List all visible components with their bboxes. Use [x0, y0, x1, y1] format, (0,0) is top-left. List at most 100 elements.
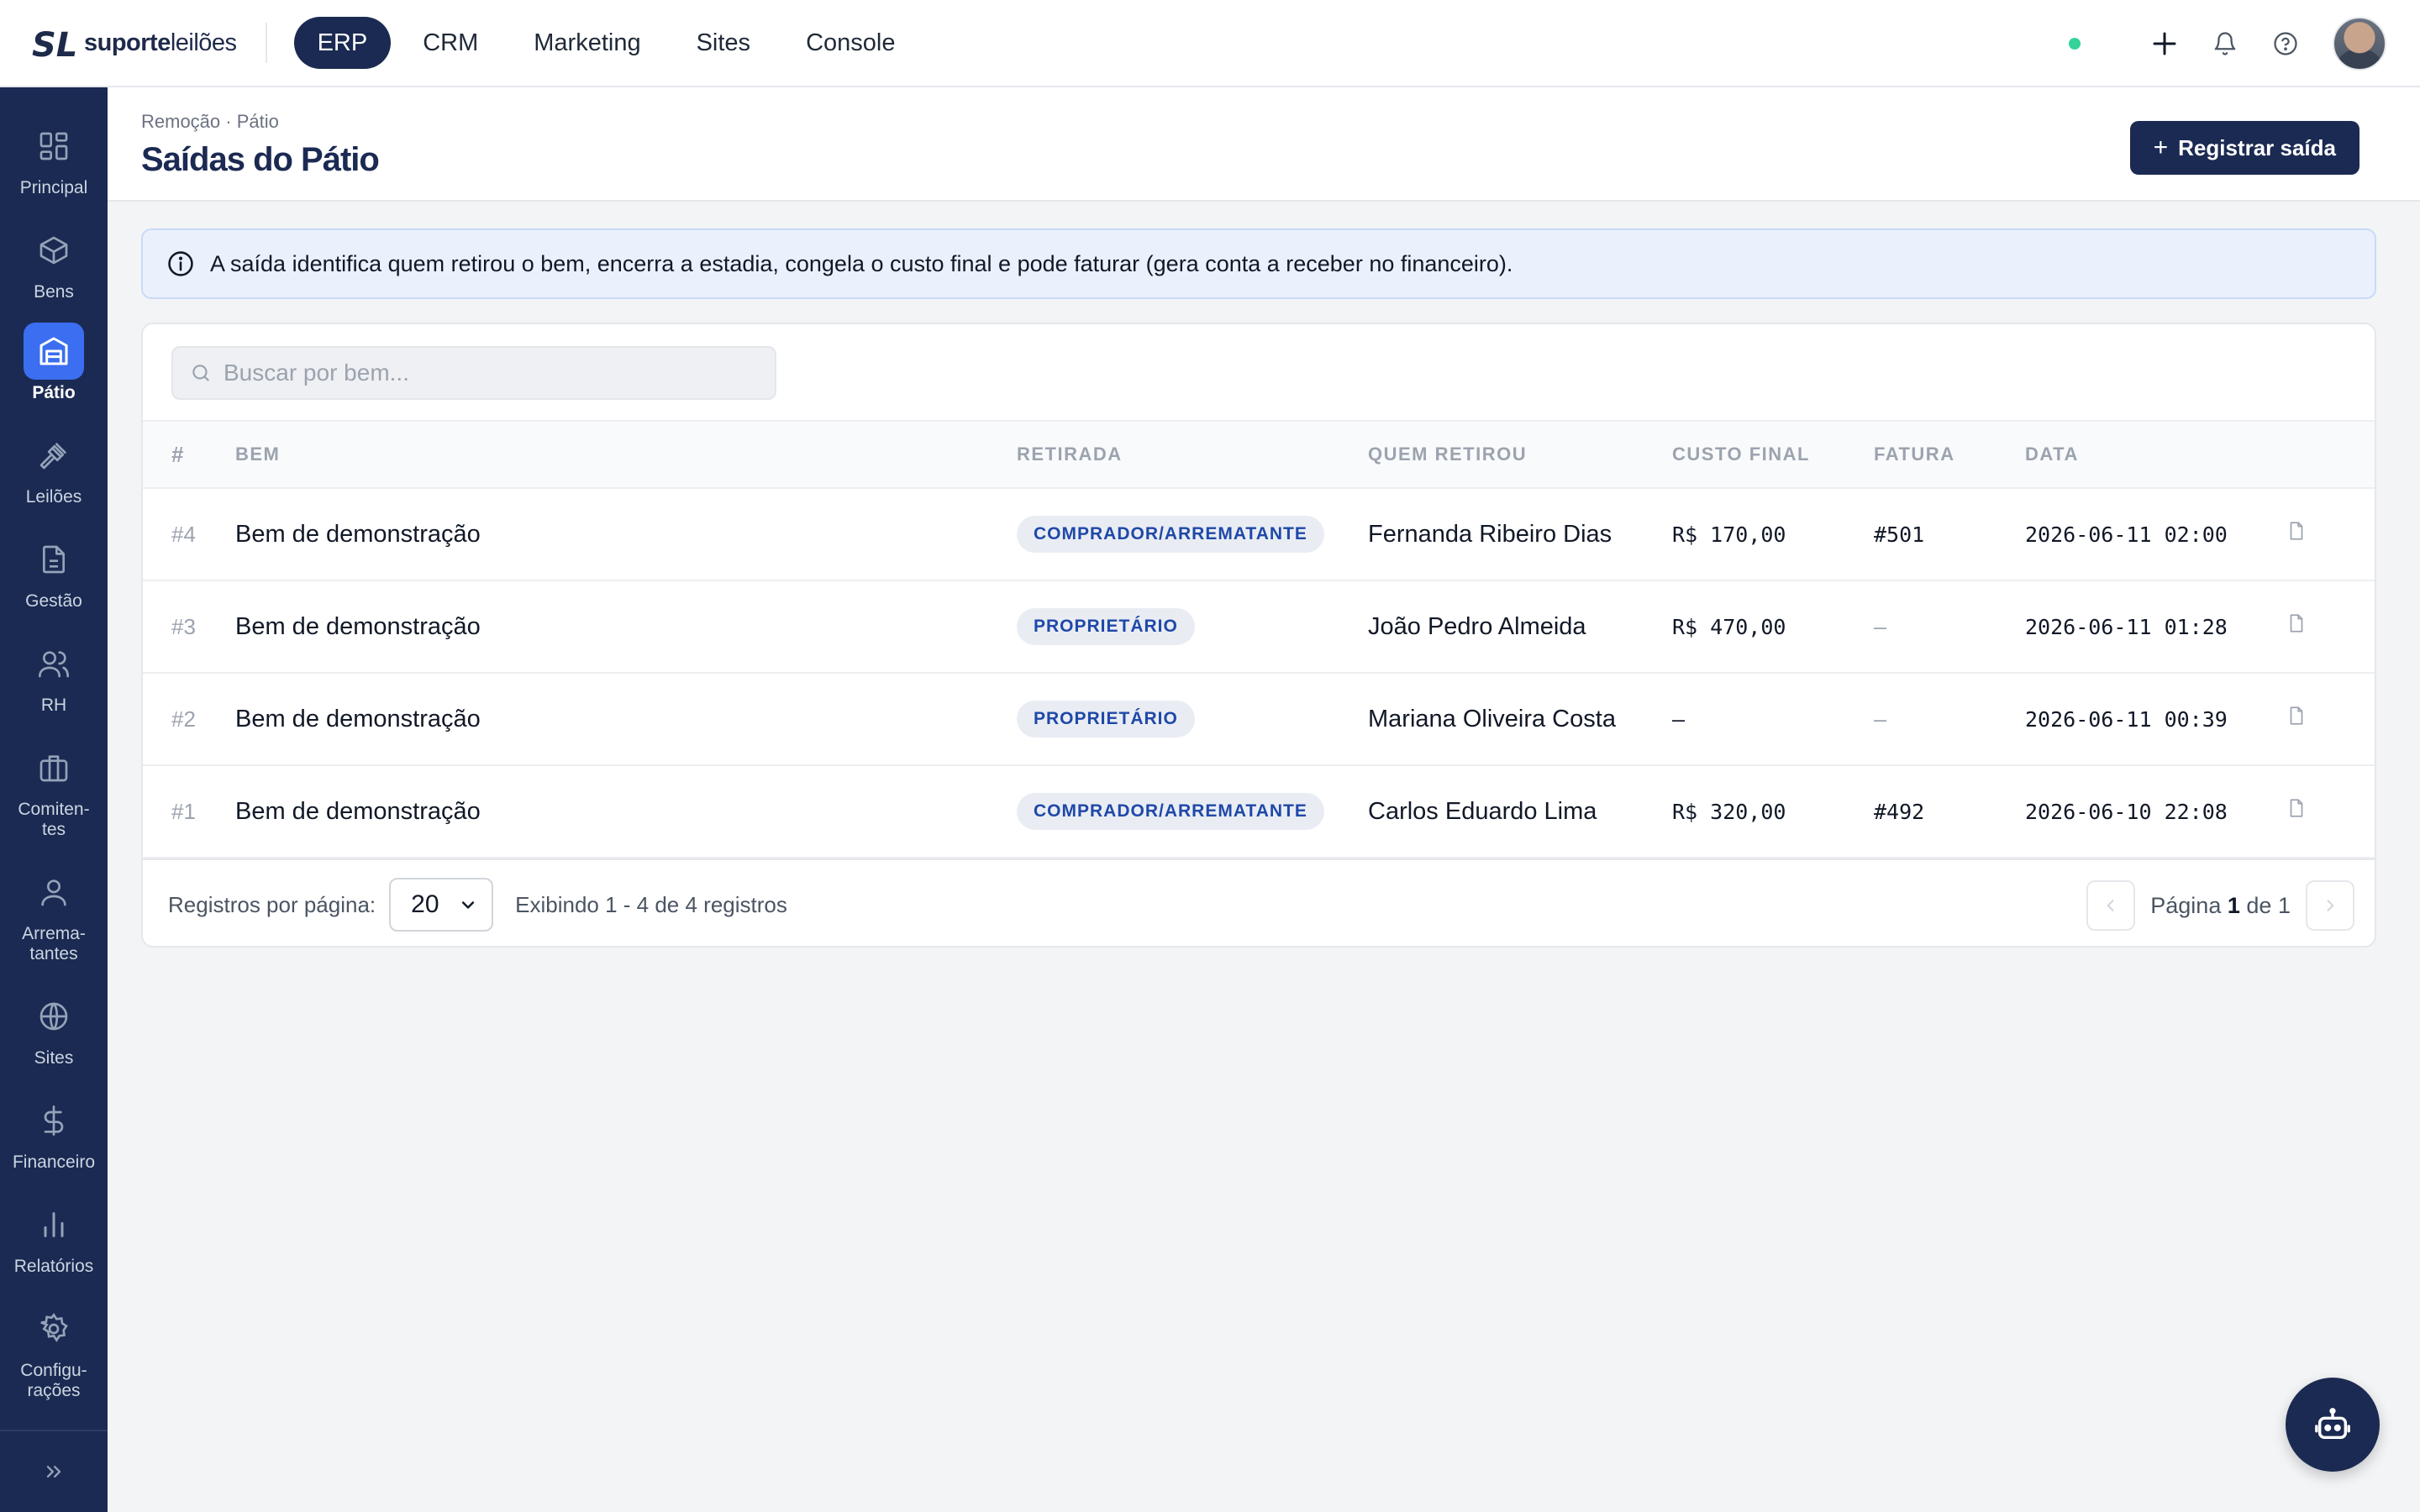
- row-custo-final: R$ 320,00: [1672, 799, 1786, 824]
- top-nav-crm[interactable]: CRM: [399, 17, 502, 69]
- table-row[interactable]: #3 Bem de demonstração PROPRIETÁRIO João…: [143, 580, 2375, 673]
- sidebar-item-label: Principal: [19, 178, 88, 197]
- row-bem: Bem de demonstração: [235, 520, 481, 548]
- sidebar-item-label: Gestão: [25, 591, 82, 611]
- table-row[interactable]: #1 Bem de demonstração COMPRADOR/ARREMAT…: [143, 765, 2375, 858]
- top-nav-console[interactable]: Console: [782, 17, 918, 69]
- top-nav: ERP CRM Marketing Sites Console: [293, 17, 919, 69]
- brand-name: suporteleilões: [84, 29, 237, 56]
- row-data: 2026-06-10 22:08: [2025, 799, 2228, 824]
- sidebar-item-leiloes[interactable]: Leilões: [0, 427, 108, 507]
- column-header-actions: [2286, 421, 2375, 488]
- per-page-label: Registros por página:: [168, 891, 376, 917]
- page-controls: Página 1 de 1: [2086, 879, 2354, 932]
- search-icon: [192, 365, 209, 381]
- help-icon[interactable]: [2267, 25, 2304, 62]
- records-info: Exibindo 1 - 4 de 4 registros: [515, 891, 787, 917]
- per-page-select[interactable]: 20: [389, 878, 494, 932]
- row-quem-retirou: Mariana Oliveira Costa: [1368, 705, 1616, 732]
- top-nav-erp[interactable]: ERP: [293, 17, 392, 69]
- column-header-fatura[interactable]: FATURA: [1874, 421, 2025, 488]
- row-bem: Bem de demonstração: [235, 612, 481, 640]
- table-row[interactable]: #2 Bem de demonstração PROPRIETÁRIO Mari…: [143, 673, 2375, 765]
- row-id: #2: [171, 706, 196, 732]
- sidebar-item-financeiro[interactable]: Financeiro: [0, 1092, 108, 1173]
- row-bem: Bem de demonstração: [235, 705, 481, 732]
- globe-icon: [24, 988, 84, 1045]
- sidebar-item-label: Bens: [34, 282, 74, 302]
- file-icon[interactable]: [2286, 796, 2307, 820]
- column-header-custo-final[interactable]: CUSTO FINAL: [1672, 421, 1874, 488]
- sidebar-item-label: Arrema- tantes: [22, 924, 86, 963]
- sidebar-item-bens[interactable]: Bens: [0, 222, 108, 302]
- sidebar-item-label: Sites: [34, 1048, 74, 1068]
- column-header-quem-retirou[interactable]: QUEM RETIROU: [1368, 421, 1672, 488]
- brand-mark-icon: SL: [32, 26, 77, 63]
- row-id: #3: [171, 613, 196, 639]
- file-icon[interactable]: [2286, 704, 2307, 727]
- search-input[interactable]: [224, 360, 761, 386]
- plus-icon: +: [2153, 134, 2169, 161]
- sidebar-item-rh[interactable]: RH: [0, 635, 108, 716]
- box-icon: [24, 222, 84, 279]
- sidebar-item-gestao[interactable]: Gestão: [0, 531, 108, 612]
- breadcrumb: Remoção · Pátio: [141, 111, 279, 132]
- column-header-bem[interactable]: BEM: [235, 421, 1017, 488]
- prev-page-button[interactable]: [2086, 880, 2136, 931]
- register-exit-label: Registrar saída: [2178, 134, 2336, 160]
- online-status-indicator: [2069, 38, 2081, 50]
- top-nav-marketing[interactable]: Marketing: [510, 17, 664, 69]
- double-chevron-right-icon: [46, 1466, 61, 1478]
- sidebar-item-label: Configu- rações: [20, 1361, 87, 1400]
- row-quem-retirou: João Pedro Almeida: [1368, 612, 1586, 640]
- row-fatura: #492: [1874, 799, 1925, 824]
- sidebar-item-sites[interactable]: Sites: [0, 988, 108, 1068]
- column-header-data[interactable]: DATA: [2025, 421, 2286, 488]
- page-indicator: Página 1 de 1: [2150, 892, 2291, 918]
- sidebar-item-relatorios[interactable]: Relatórios: [0, 1196, 108, 1277]
- file-icon[interactable]: [2286, 519, 2307, 543]
- sidebar-item-configuracoes[interactable]: Configu- rações: [0, 1300, 108, 1401]
- warehouse-icon: [24, 323, 84, 380]
- add-icon[interactable]: [2146, 25, 2183, 62]
- next-page-button[interactable]: [2306, 880, 2354, 931]
- top-nav-sites[interactable]: Sites: [673, 17, 774, 69]
- pagination-bar: Registros por página: 20 Exibindo 1 - 4 …: [143, 858, 2375, 946]
- row-data: 2026-06-11 01:28: [2025, 614, 2228, 639]
- file-icon[interactable]: [2286, 612, 2307, 635]
- sidebar-item-label: Pátio: [32, 383, 76, 402]
- per-page-value: 20: [411, 890, 439, 918]
- column-header-id[interactable]: #: [143, 421, 235, 488]
- gear-icon: [24, 1300, 84, 1357]
- users-icon: [24, 635, 84, 692]
- sidebar-item-arrematantes[interactable]: Arrema- tantes: [0, 864, 108, 964]
- brand-logo[interactable]: SL suporteleilões: [32, 0, 237, 87]
- sidebar-item-patio[interactable]: Pátio: [0, 323, 108, 403]
- row-fatura: #501: [1874, 522, 1925, 547]
- register-exit-button[interactable]: + Registrar saída: [2129, 121, 2360, 175]
- row-data: 2026-06-11 00:39: [2025, 706, 2228, 732]
- user-icon: [24, 864, 84, 921]
- user-avatar[interactable]: [2333, 17, 2386, 71]
- retirada-badge: COMPRADOR/ARREMATANTE: [1017, 516, 1324, 553]
- column-header-retirada[interactable]: RETIRADA: [1017, 421, 1368, 488]
- sidebar: Principal Bens Pátio Leilões Gestão RH C…: [0, 87, 108, 1512]
- exits-card: # BEM RETIRADA QUEM RETIROU CUSTO FINAL …: [141, 323, 2376, 948]
- row-data: 2026-06-11 02:00: [2025, 522, 2228, 547]
- info-icon: [168, 251, 193, 276]
- table-row[interactable]: #4 Bem de demonstração COMPRADOR/ARREMAT…: [143, 488, 2375, 580]
- retirada-badge: COMPRADOR/ARREMATANTE: [1017, 793, 1324, 830]
- sidebar-item-label: Comiten- tes: [18, 800, 90, 839]
- document-icon: [24, 531, 84, 588]
- info-banner-text: A saída identifica quem retirou o bem, e…: [210, 250, 1513, 276]
- sidebar-item-label: Leilões: [25, 487, 82, 507]
- assistant-button[interactable]: [2286, 1378, 2380, 1472]
- sidebar-item-comitentes[interactable]: Comiten- tes: [0, 739, 108, 840]
- bell-icon[interactable]: [2207, 25, 2244, 62]
- top-divider: [265, 23, 267, 63]
- row-custo-final: R$ 170,00: [1672, 522, 1786, 547]
- sidebar-expand-button[interactable]: [0, 1430, 108, 1512]
- chevron-down-icon: [462, 901, 475, 909]
- sidebar-item-principal[interactable]: Principal: [0, 118, 108, 198]
- row-quem-retirou: Carlos Eduardo Lima: [1368, 797, 1597, 825]
